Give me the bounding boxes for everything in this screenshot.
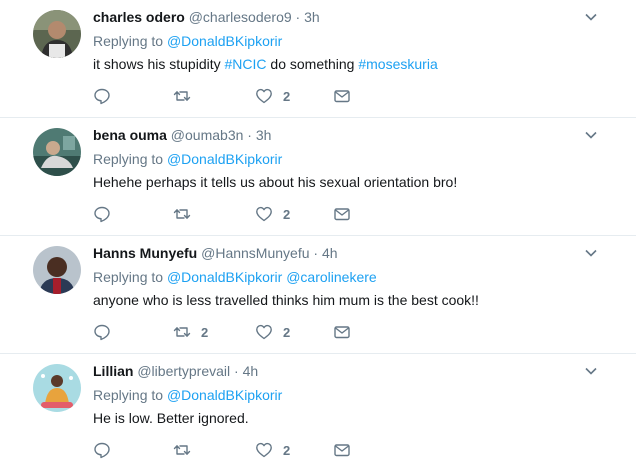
reply-button[interactable]	[93, 440, 121, 460]
mention-link[interactable]: @DonaldBKipkorir	[167, 387, 282, 403]
retweet-icon	[173, 323, 191, 341]
timestamp[interactable]: 3h	[256, 127, 272, 143]
retweet-button[interactable]	[173, 440, 201, 460]
like-count: 2	[283, 206, 291, 222]
tweet-text: anyone who is less travelled thinks him …	[93, 291, 479, 309]
reply-button[interactable]	[93, 86, 121, 106]
replying-to: Replying to @DonaldBKipkorir	[93, 150, 282, 168]
replying-to-label: Replying to	[93, 387, 164, 403]
avatar[interactable]	[33, 128, 81, 176]
like-count: 2	[283, 442, 291, 458]
like-count: 2	[283, 88, 291, 104]
timestamp[interactable]: 4h	[322, 245, 338, 261]
like-icon	[255, 87, 273, 105]
avatar[interactable]	[33, 246, 81, 294]
display-name[interactable]: bena ouma	[93, 127, 167, 143]
replying-to: Replying to @DonaldBKipkorir @carolineke…	[93, 268, 377, 286]
like-icon	[255, 323, 273, 341]
tweet-actions: 2	[93, 204, 393, 224]
chevron-down-icon[interactable]	[584, 364, 598, 378]
display-name[interactable]: Hanns Munyefu	[93, 245, 197, 261]
tweet-text: Hehehe perhaps it tells us about his sex…	[93, 173, 457, 191]
direct-message-button[interactable]	[333, 322, 351, 342]
retweet-button[interactable]: 2	[173, 322, 208, 342]
tweet-header: Hanns Munyefu @HannsMunyefu · 4h	[93, 244, 338, 262]
avatar[interactable]	[33, 364, 81, 412]
like-button[interactable]: 2	[255, 440, 290, 460]
display-name[interactable]: Lillian	[93, 363, 133, 379]
tweet-header: bena ouma @oumab3n · 3h	[93, 126, 271, 144]
avatar[interactable]	[33, 10, 81, 58]
tweet-text: it shows his stupidity #NCIC do somethin…	[93, 55, 438, 73]
chevron-down-icon[interactable]	[584, 246, 598, 260]
chevron-down-icon[interactable]	[584, 128, 598, 142]
like-icon	[255, 205, 273, 223]
tweet-header: charles odero @charlesodero9 · 3h	[93, 8, 320, 26]
replying-to-label: Replying to	[93, 33, 164, 49]
user-handle[interactable]: @HannsMunyefu	[201, 245, 309, 261]
message-icon	[333, 87, 351, 105]
like-button[interactable]: 2	[255, 322, 290, 342]
user-handle[interactable]: @libertyprevail	[137, 363, 230, 379]
hashtag-link[interactable]: #moseskuria	[358, 56, 437, 72]
reply-icon	[93, 323, 111, 341]
tweet-item[interactable]: charles odero @charlesodero9 · 3h Replyi…	[0, 0, 636, 118]
mention-link[interactable]: @DonaldBKipkorir	[167, 269, 282, 285]
separator-dot: ·	[295, 9, 301, 25]
hashtag-link[interactable]: #NCIC	[225, 56, 267, 72]
reply-icon	[93, 205, 111, 223]
message-icon	[333, 323, 351, 341]
direct-message-button[interactable]	[333, 440, 351, 460]
retweet-button[interactable]	[173, 204, 201, 224]
retweet-icon	[173, 441, 191, 459]
retweet-icon	[173, 87, 191, 105]
retweet-icon	[173, 205, 191, 223]
tweet-text-segment: do something	[266, 56, 359, 72]
reply-button[interactable]	[93, 322, 121, 342]
replies-feed: charles odero @charlesodero9 · 3h Replyi…	[0, 0, 636, 464]
retweet-button[interactable]	[173, 86, 201, 106]
direct-message-button[interactable]	[333, 86, 351, 106]
tweet-item[interactable]: Lillian @libertyprevail · 4h Replying to…	[0, 354, 636, 464]
timestamp[interactable]: 3h	[304, 9, 320, 25]
tweet-text-segment: He is low. Better ignored.	[93, 410, 249, 426]
separator-dot: ·	[313, 245, 319, 261]
timestamp[interactable]: 4h	[243, 363, 259, 379]
reply-button[interactable]	[93, 204, 121, 224]
like-button[interactable]: 2	[255, 86, 290, 106]
tweet-text-segment: Hehehe perhaps it tells us about his sex…	[93, 174, 458, 190]
mention-link[interactable]: @DonaldBKipkorir	[167, 151, 282, 167]
replying-to-label: Replying to	[93, 151, 164, 167]
replying-to: Replying to @DonaldBKipkorir	[93, 386, 282, 404]
like-count: 2	[283, 324, 291, 340]
user-handle[interactable]: @oumab3n	[171, 127, 244, 143]
like-icon	[255, 441, 273, 459]
reply-icon	[93, 87, 111, 105]
tweet-actions: 2	[93, 440, 393, 460]
replying-to-label: Replying to	[93, 269, 164, 285]
user-handle[interactable]: @charlesodero9	[189, 9, 292, 25]
tweet-text: He is low. Better ignored.	[93, 409, 249, 427]
message-icon	[333, 441, 351, 459]
direct-message-button[interactable]	[333, 204, 351, 224]
tweet-header: Lillian @libertyprevail · 4h	[93, 362, 258, 380]
separator-dot: ·	[247, 127, 252, 143]
mention-link[interactable]: @DonaldBKipkorir	[167, 33, 282, 49]
tweet-item[interactable]: Hanns Munyefu @HannsMunyefu · 4h Replyin…	[0, 236, 636, 354]
tweet-item[interactable]: bena ouma @oumab3n · 3h Replying to @Don…	[0, 118, 636, 236]
tweet-actions: 2 2	[93, 322, 393, 342]
like-button[interactable]: 2	[255, 204, 290, 224]
display-name[interactable]: charles odero	[93, 9, 185, 25]
mention-link[interactable]: @carolinekere	[286, 269, 376, 285]
replying-to: Replying to @DonaldBKipkorir	[93, 32, 282, 50]
tweet-text-segment: anyone who is less travelled thinks him …	[93, 292, 479, 308]
tweet-actions: 2	[93, 86, 393, 106]
retweet-count: 2	[201, 324, 209, 340]
tweet-text-segment: it shows his stupidity	[93, 56, 225, 72]
message-icon	[333, 205, 351, 223]
reply-icon	[93, 441, 111, 459]
separator-dot: ·	[234, 363, 239, 379]
chevron-down-icon[interactable]	[584, 10, 598, 24]
